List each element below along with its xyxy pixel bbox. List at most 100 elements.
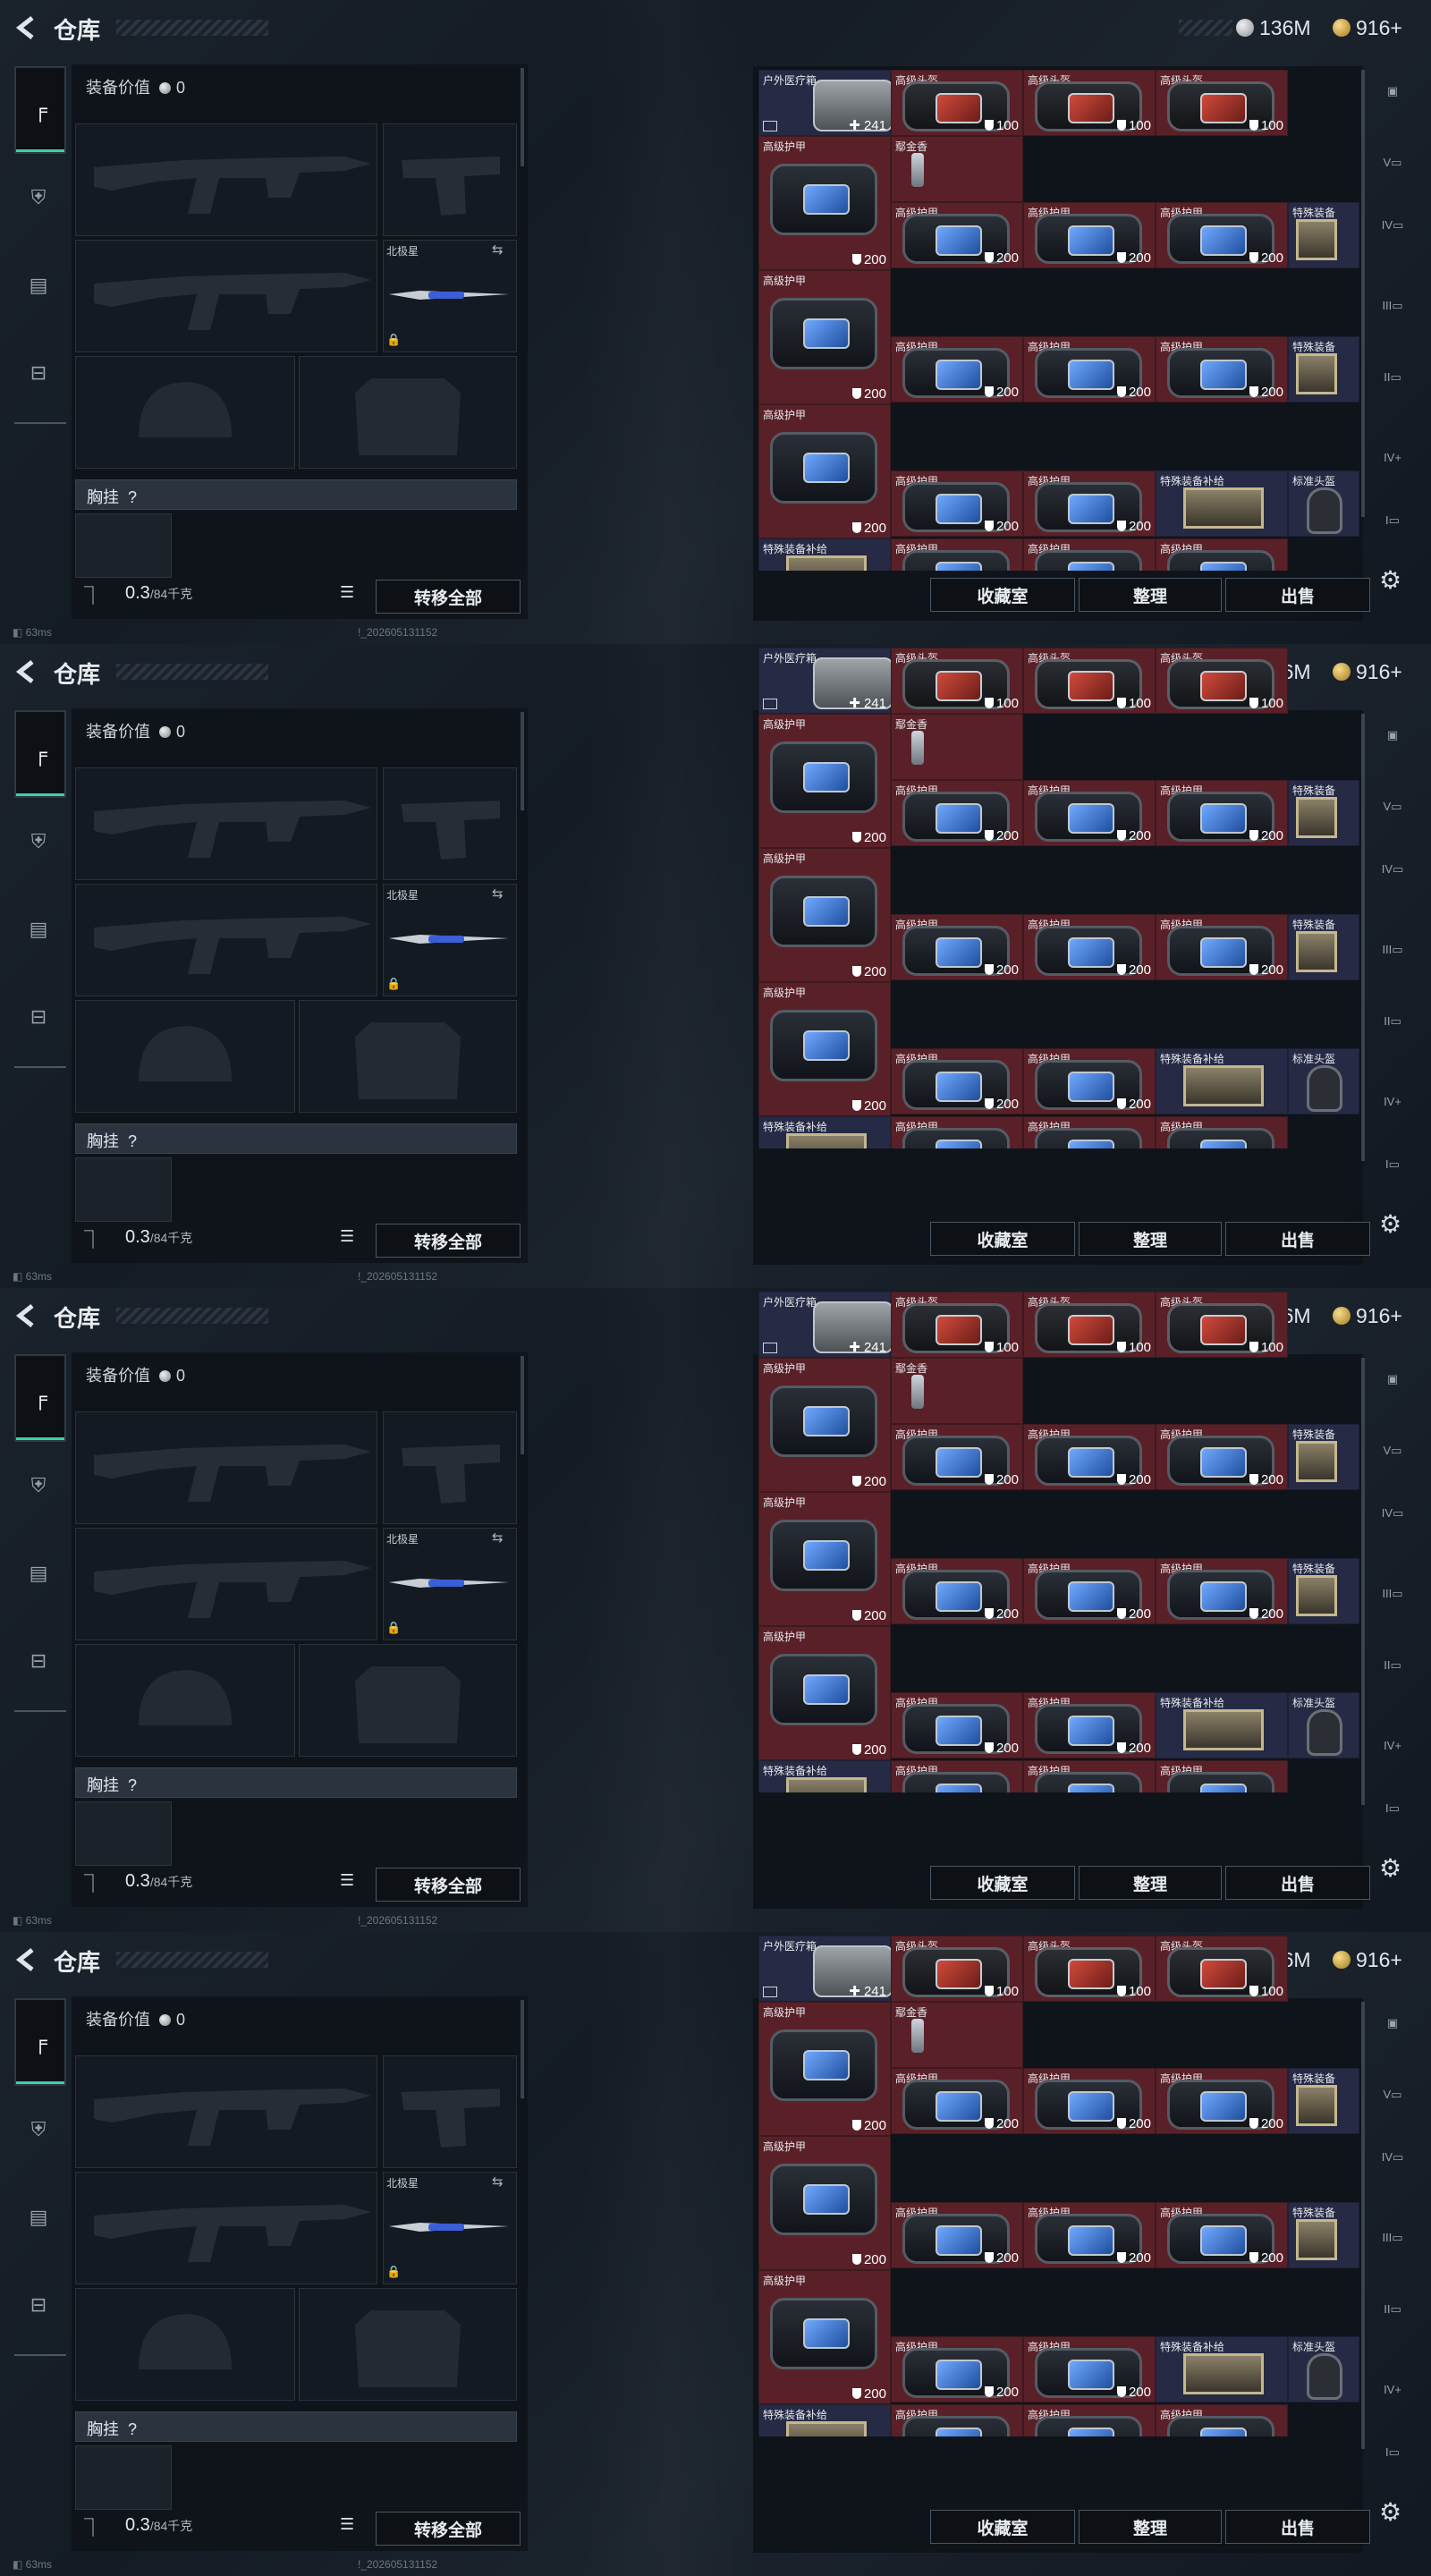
inventory-item-special-kit[interactable]: 特殊装备 [1288, 1424, 1359, 1490]
tab-warehouse-iv[interactable]: IV▭ [1376, 218, 1410, 256]
secondary-weapon-slot[interactable] [75, 2172, 377, 2284]
inventory-item-special-kit[interactable]: 特殊装备补给 [758, 2404, 891, 2436]
inventory-item-armor[interactable]: 高级护甲 200 [1156, 1558, 1288, 1624]
inventory-item-armor[interactable]: 高级护甲 [1023, 1116, 1156, 1148]
inventory-item-armor[interactable]: 高级护甲 200 [758, 714, 891, 848]
inventory-item-armor[interactable]: 高级护甲 200 [758, 270, 891, 404]
tab-cases[interactable]: ⊟ [14, 331, 63, 415]
inventory-item-helmet[interactable]: 高级头盔 100 [891, 1292, 1023, 1358]
back-arrow-icon[interactable] [14, 1302, 38, 1329]
inventory-item-armor[interactable]: 高级护甲 200 [891, 780, 1023, 846]
inventory-item-armor[interactable]: 高级护甲 200 [891, 336, 1023, 402]
inventory-item-helmet[interactable]: 高级头盔 100 [1023, 1936, 1156, 2002]
inventory-item-helmet[interactable]: 高级头盔 100 [891, 648, 1023, 714]
tab-warehouse-iii[interactable]: III▭ [1376, 1587, 1410, 1624]
inventory-item-armor[interactable]: 高级护甲 200 [1156, 780, 1288, 846]
help-icon[interactable]: ? [128, 488, 137, 506]
gear-icon[interactable]: ⚙ [1379, 2497, 1401, 2527]
inventory-item-armor[interactable]: 高级护甲 200 [1023, 780, 1156, 846]
inventory-item-armor[interactable]: 高级护甲 [891, 1760, 1023, 1792]
chest-rig-slot[interactable] [75, 513, 172, 578]
tab-warehouse-main[interactable]: ▣ [1376, 728, 1410, 766]
inventory-item-armor[interactable]: 高级护甲 200 [1156, 2068, 1288, 2134]
primary-weapon-slot[interactable] [75, 2055, 377, 2168]
list-view-icon[interactable]: ☰ [340, 1227, 363, 1247]
inventory-item-armor[interactable]: 高级护甲 200 [758, 2270, 891, 2404]
loadout-scrollbar[interactable] [521, 2000, 524, 2098]
inventory-item-special-kit[interactable]: 特殊装备补给 [758, 1116, 891, 1148]
sort-button[interactable]: 整理 [1079, 1866, 1222, 1900]
inventory-item-medkit[interactable]: 户外医疗箱 ✚ 241 [758, 70, 893, 136]
inventory-item-armor[interactable]: 高级护甲 200 [1156, 336, 1288, 402]
inventory-item-armor[interactable]: 高级护甲 200 [891, 914, 1023, 980]
inventory-item-armor[interactable]: 高级护甲 200 [1023, 914, 1156, 980]
inventory-item-armor[interactable]: 高级护甲 200 [758, 1492, 891, 1626]
transfer-all-button[interactable]: 转移全部 [376, 2512, 521, 2546]
body-armor-slot[interactable] [299, 1644, 517, 1757]
inventory-item-armor[interactable]: 高级护甲 200 [1023, 1558, 1156, 1624]
tab-weapons[interactable]: ╒ [14, 66, 66, 154]
secondary-weapon-slot[interactable] [75, 884, 377, 996]
tab-gear[interactable]: ⛨ [14, 156, 63, 240]
tab-backpack[interactable]: ▤ [14, 887, 63, 971]
tab-warehouse-i[interactable]: I▭ [1376, 1157, 1410, 1195]
inventory-item-bottle[interactable]: 鄢金香 [891, 136, 1023, 202]
inventory-item-special-kit[interactable]: 特殊装备补给 [1156, 2336, 1288, 2402]
inventory-scrollbar[interactable] [1361, 2002, 1365, 2449]
tab-cases[interactable]: ⊟ [14, 2263, 63, 2347]
inventory-item-medkit[interactable]: 户外医疗箱 ✚ 241 [758, 1292, 893, 1358]
sort-button[interactable]: 整理 [1079, 2510, 1222, 2544]
tab-warehouse-main[interactable]: ▣ [1376, 2016, 1410, 2054]
inventory-item-helmet[interactable]: 高级头盔 100 [891, 1936, 1023, 2002]
inventory-item-special-kit[interactable]: 特殊装备补给 [1156, 1048, 1288, 1114]
inventory-item-armor[interactable]: 高级护甲 200 [891, 1558, 1023, 1624]
inventory-item-armor[interactable]: 高级护甲 [1023, 1760, 1156, 1792]
collection-room-button[interactable]: 收藏室 [930, 2510, 1075, 2544]
tab-warehouse-iv[interactable]: IV▭ [1376, 2150, 1410, 2188]
back-arrow-icon[interactable] [14, 1946, 38, 1973]
transfer-all-button[interactable]: 转移全部 [376, 580, 521, 614]
tab-warehouse-iii[interactable]: III▭ [1376, 943, 1410, 980]
inventory-item-helmet[interactable]: 高级头盔 100 [1023, 648, 1156, 714]
tab-warehouse-main[interactable]: ▣ [1376, 84, 1410, 122]
tab-warehouse-iv[interactable]: IV▭ [1376, 862, 1410, 900]
tab-gear[interactable]: ⛨ [14, 1444, 63, 1528]
tab-warehouse-iv[interactable]: IV▭ [1376, 1506, 1410, 1544]
tab-weapons[interactable]: ╒ [14, 1998, 66, 2086]
inventory-item-special-kit[interactable]: 特殊装备 [1288, 780, 1359, 846]
pistol-slot[interactable] [383, 123, 517, 236]
tab-warehouse-i[interactable]: I▭ [1376, 1801, 1410, 1839]
tab-warehouse-ii[interactable]: II▭ [1376, 370, 1410, 408]
inventory-item-special-kit[interactable]: 特殊装备 [1288, 202, 1359, 268]
helmet-slot[interactable] [75, 2288, 295, 2401]
inventory-item-armor[interactable]: 高级护甲 200 [1156, 1424, 1288, 1490]
primary-weapon-slot[interactable] [75, 767, 377, 880]
tab-warehouse-main[interactable]: ▣ [1376, 1372, 1410, 1410]
inventory-item-armor[interactable]: 高级护甲 200 [1023, 1692, 1156, 1758]
inventory-item-helmet[interactable]: 高级头盔 100 [1156, 1936, 1288, 2002]
inventory-item-helmet[interactable]: 高级头盔 100 [1156, 70, 1288, 136]
collection-room-button[interactable]: 收藏室 [930, 1866, 1075, 1900]
inventory-item-armor[interactable]: 高级护甲 200 [1023, 470, 1156, 537]
inventory-item-special-kit[interactable]: 特殊装备 [1288, 2202, 1359, 2268]
tab-cases[interactable]: ⊟ [14, 1619, 63, 1703]
swap-icon[interactable]: ⇆ [492, 242, 504, 258]
secondary-weapon-slot[interactable] [75, 240, 377, 352]
inventory-item-armor[interactable]: 高级护甲 [1023, 2404, 1156, 2436]
tab-add-warehouse[interactable]: IV+ [1376, 1095, 1410, 1132]
inventory-item-armor[interactable]: 高级护甲 200 [1023, 336, 1156, 402]
tab-warehouse-i[interactable]: I▭ [1376, 2445, 1410, 2483]
inventory-item-bottle[interactable]: 鄢金香 [891, 2002, 1023, 2068]
helmet-slot[interactable] [75, 1644, 295, 1757]
inventory-item-armor[interactable]: 高级护甲 200 [758, 2002, 891, 2136]
pistol-slot[interactable] [383, 767, 517, 880]
inventory-item-armor[interactable]: 高级护甲 [1023, 538, 1156, 571]
tab-warehouse-iii[interactable]: III▭ [1376, 2231, 1410, 2268]
help-icon[interactable]: ? [128, 2420, 137, 2438]
inventory-item-std-helmet[interactable]: 标准头盔 [1288, 470, 1359, 537]
sell-button[interactable]: 出售 [1225, 1222, 1370, 1256]
help-icon[interactable]: ? [128, 1776, 137, 1794]
inventory-item-armor[interactable]: 高级护甲 [1156, 538, 1288, 571]
inventory-item-helmet[interactable]: 高级头盔 100 [1023, 70, 1156, 136]
inventory-item-armor[interactable]: 高级护甲 200 [1023, 202, 1156, 268]
